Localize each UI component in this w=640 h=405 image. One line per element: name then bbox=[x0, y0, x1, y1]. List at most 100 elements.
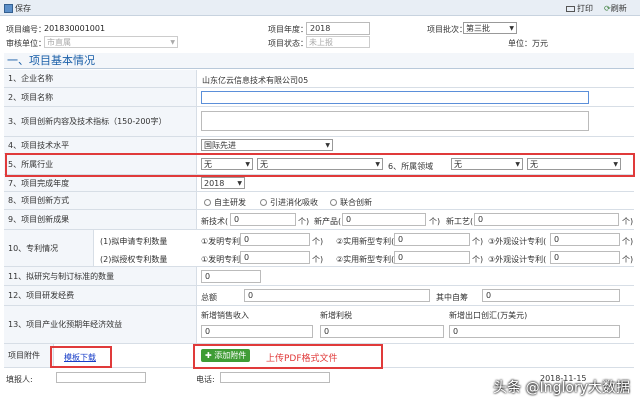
radio-icon bbox=[260, 199, 267, 206]
standard-label: 11、拟研究与制订标准的数量 bbox=[4, 267, 197, 285]
auth-invent-label: ①发明专利( bbox=[201, 255, 244, 264]
project-name-input[interactable] bbox=[201, 91, 589, 104]
finish-year-label: 7、项目完成年度 bbox=[4, 175, 197, 191]
apply-design-label: ③外观设计专利( bbox=[488, 237, 547, 246]
auth-utility-label: ②实用新型专利( bbox=[336, 255, 395, 264]
print-label: 打印 bbox=[577, 4, 593, 13]
benefit-tax-input[interactable]: 0 bbox=[320, 325, 444, 338]
apply-utility-label: ②实用新型专利( bbox=[336, 237, 395, 246]
radio-icon bbox=[204, 199, 211, 206]
apply-invent-input[interactable]: 0 bbox=[240, 233, 310, 246]
standard-input[interactable]: 0 bbox=[201, 270, 261, 283]
status-field: 未上报 bbox=[306, 36, 370, 48]
print-button[interactable]: 打印 bbox=[566, 3, 593, 14]
apply-utility-input[interactable]: 0 bbox=[394, 233, 470, 246]
rd-self-input[interactable]: 0 bbox=[482, 289, 620, 302]
audit-unit-select[interactable]: 市直属 ▼ bbox=[44, 36, 178, 48]
row-method: 8、项目创新方式 自主研发 引进消化吸收 联合创新 bbox=[4, 192, 634, 210]
tech-level-label: 4、项目技术水平 bbox=[4, 137, 197, 153]
benefit-tax-label: 新增利税 bbox=[320, 311, 352, 320]
result-process-label: 新工艺( bbox=[446, 217, 474, 226]
result-product-input[interactable]: 0 bbox=[342, 213, 426, 226]
highlight-upload bbox=[193, 344, 383, 369]
company-value: 山东亿云信息技术有限公司05 bbox=[202, 76, 309, 85]
auth-design-unit: 个) bbox=[622, 255, 634, 264]
result-tech-input[interactable]: 0 bbox=[230, 213, 296, 226]
innovation-label: 3、项目创新内容及技术指标（150-200字） bbox=[4, 107, 197, 136]
refresh-button[interactable]: ⟳刷新 bbox=[604, 3, 627, 14]
rd-total-input[interactable]: 0 bbox=[244, 289, 430, 302]
chevron-down-icon: ▼ bbox=[509, 25, 514, 32]
attach-label: 项目附件 bbox=[4, 344, 54, 367]
apply-design-input[interactable]: 0 bbox=[550, 233, 620, 246]
row-project-name: 2、项目名称 bbox=[4, 88, 634, 107]
rd-total-label: 总额 bbox=[201, 293, 217, 302]
patent-label: 10、专利情况 bbox=[4, 230, 94, 266]
batch-select[interactable]: 第三批 ▼ bbox=[463, 22, 517, 34]
innovation-textarea[interactable] bbox=[201, 111, 589, 131]
printer-icon bbox=[566, 5, 575, 12]
save-icon bbox=[4, 4, 13, 13]
filler-input[interactable] bbox=[56, 372, 146, 383]
chevron-down-icon: ▼ bbox=[170, 39, 175, 46]
result-product-label: 新产品( bbox=[314, 217, 342, 226]
method-label: 8、项目创新方式 bbox=[4, 192, 197, 209]
auth-invent-input[interactable]: 0 bbox=[240, 251, 310, 264]
save-label: 保存 bbox=[15, 4, 31, 13]
batch-value: 第三批 bbox=[466, 24, 490, 33]
auth-design-input[interactable]: 0 bbox=[550, 251, 620, 264]
refresh-icon: ⟳ bbox=[604, 4, 611, 13]
apply-invent-label: ①发明专利( bbox=[201, 237, 244, 246]
row-standard: 11、拟研究与制订标准的数量 0 bbox=[4, 267, 634, 286]
finish-year-value: 2018 bbox=[204, 179, 225, 188]
finish-year-select[interactable]: 2018 ▼ bbox=[201, 177, 245, 189]
status-value: 未上报 bbox=[309, 38, 333, 47]
tech-level-select[interactable]: 国际先进 ▼ bbox=[201, 139, 333, 151]
phone-label: 电话: bbox=[196, 375, 215, 384]
status-label: 项目状态： bbox=[268, 39, 308, 48]
radio-icon bbox=[330, 199, 337, 206]
year-field[interactable]: 2018 bbox=[306, 22, 370, 35]
result-process-unit: 个) bbox=[622, 217, 634, 226]
benefit-sales-input[interactable]: 0 bbox=[201, 325, 313, 338]
section-title: 一、项目基本情况 bbox=[4, 53, 634, 69]
save-button[interactable]: 保存 bbox=[4, 3, 31, 14]
filler-label: 填报人: bbox=[6, 375, 33, 384]
benefit-export-label: 新增出口创汇(万美元) bbox=[449, 311, 528, 320]
tech-level-value: 国际先进 bbox=[204, 141, 236, 150]
apply-design-unit: 个) bbox=[622, 237, 634, 246]
chevron-down-icon: ▼ bbox=[325, 142, 330, 149]
highlight-template-link bbox=[50, 346, 112, 368]
toolbar: 保存 打印 ⟳刷新 bbox=[0, 0, 640, 16]
benefit-label: 13、项目产业化预期年经济效益 bbox=[4, 306, 197, 343]
unit-label: 单位：万元 bbox=[508, 39, 548, 48]
refresh-label: 刷新 bbox=[610, 4, 627, 13]
result-product-unit: 个) bbox=[429, 217, 441, 226]
method-option-3[interactable]: 联合创新 bbox=[330, 197, 372, 208]
method-option-2[interactable]: 引进消化吸收 bbox=[260, 197, 318, 208]
project-no-value: 201830001001 bbox=[44, 24, 106, 33]
watermark: 头条 @Inglory大数据 bbox=[493, 380, 630, 396]
auth-utility-input[interactable]: 0 bbox=[394, 251, 470, 264]
year-value: 2018 bbox=[310, 24, 331, 33]
phone-input[interactable] bbox=[220, 372, 330, 383]
row-benefit: 13、项目产业化预期年经济效益 新增销售收入 新增利税 新增出口创汇(万美元) … bbox=[4, 306, 634, 344]
rd-self-label: 其中自筹 bbox=[436, 293, 468, 302]
method-option-1[interactable]: 自主研发 bbox=[204, 197, 246, 208]
auth-invent-unit: 个) bbox=[312, 255, 324, 264]
auth-utility-unit: 个) bbox=[472, 255, 484, 264]
row-result: 9、项目创新成果 新技术( 0 个) 新产品( 0 个) 新工艺( 0 个) bbox=[4, 210, 634, 230]
apply-invent-unit: 个) bbox=[312, 237, 324, 246]
year-label: 项目年度： bbox=[268, 25, 308, 34]
highlight-industry-row bbox=[5, 153, 635, 177]
result-process-input[interactable]: 0 bbox=[474, 213, 619, 226]
batch-label: 项目批次： bbox=[427, 25, 467, 34]
chevron-down-icon: ▼ bbox=[237, 180, 242, 187]
result-tech-label: 新技术( bbox=[201, 217, 229, 226]
benefit-export-input[interactable]: 0 bbox=[449, 325, 620, 338]
result-label: 9、项目创新成果 bbox=[4, 210, 197, 229]
result-tech-unit: 个) bbox=[298, 217, 310, 226]
patent-auth-label: (2)拟授权专利数量 bbox=[100, 255, 168, 264]
rd-label: 12、项目研发经费 bbox=[4, 286, 197, 305]
company-label: 1、企业名称 bbox=[4, 70, 197, 87]
